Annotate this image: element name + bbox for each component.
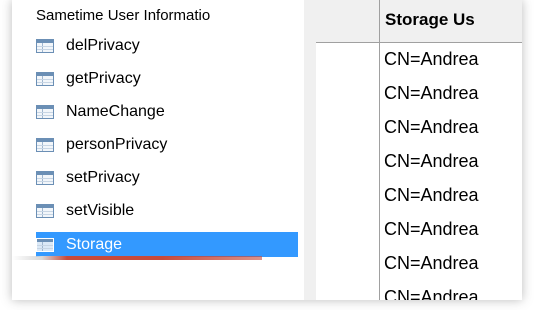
table-icon <box>36 38 54 53</box>
column-header-storage[interactable]: Storage Us <box>385 10 475 30</box>
tree-item-namechange[interactable]: NameChange <box>36 99 298 124</box>
table-icon <box>36 71 54 86</box>
tree-item-storage[interactable]: Storage <box>36 232 298 257</box>
tree-item-setprivacy[interactable]: setPrivacy <box>36 165 298 190</box>
table-icon <box>36 104 54 119</box>
data-grid: Storage Us CN=Andrea CN=Andrea CN=Andrea… <box>316 0 522 300</box>
grid-cell[interactable]: CN=Andrea <box>384 219 479 240</box>
object-tree-panel: Sametime User Informatio delPrivacy getP… <box>12 0 305 300</box>
grid-cell[interactable]: CN=Andrea <box>384 83 479 104</box>
grid-corner-cell[interactable] <box>316 0 379 43</box>
table-icon <box>36 170 54 185</box>
row-header-column <box>316 0 380 300</box>
grid-cell[interactable]: CN=Andrea <box>384 151 479 172</box>
grid-cell[interactable]: CN=Andrea <box>384 185 479 206</box>
table-icon <box>36 203 54 218</box>
tree-item-label: NameChange <box>66 102 165 120</box>
pane-splitter[interactable] <box>304 0 316 300</box>
tree-item-personprivacy[interactable]: personPrivacy <box>36 132 298 157</box>
tree-parent-node-label[interactable]: Sametime User Informatio <box>36 7 301 24</box>
screenshot-frame: Sametime User Informatio delPrivacy getP… <box>12 0 522 300</box>
grid-cell[interactable]: CN=Andrea <box>384 117 479 138</box>
tree-item-label: setPrivacy <box>66 168 140 186</box>
grid-cell[interactable]: CN=Andrea <box>384 49 479 70</box>
tree-item-label: delPrivacy <box>66 36 140 54</box>
grid-cell[interactable]: CN=Andrea <box>384 287 479 300</box>
tree-item-getprivacy[interactable]: getPrivacy <box>36 66 298 91</box>
tree-item-label: personPrivacy <box>66 135 168 153</box>
table-icon <box>36 137 54 152</box>
accent-underline <box>12 256 262 260</box>
grid-cell[interactable]: CN=Andrea <box>384 253 479 274</box>
tree-item-label: Storage <box>66 235 123 253</box>
tree-item-label: getPrivacy <box>66 69 141 87</box>
table-icon <box>36 237 54 252</box>
tree-item-delprivacy[interactable]: delPrivacy <box>36 33 298 58</box>
tree-item-setvisible[interactable]: setVisible <box>36 198 298 223</box>
tree-item-label: setVisible <box>66 201 135 219</box>
